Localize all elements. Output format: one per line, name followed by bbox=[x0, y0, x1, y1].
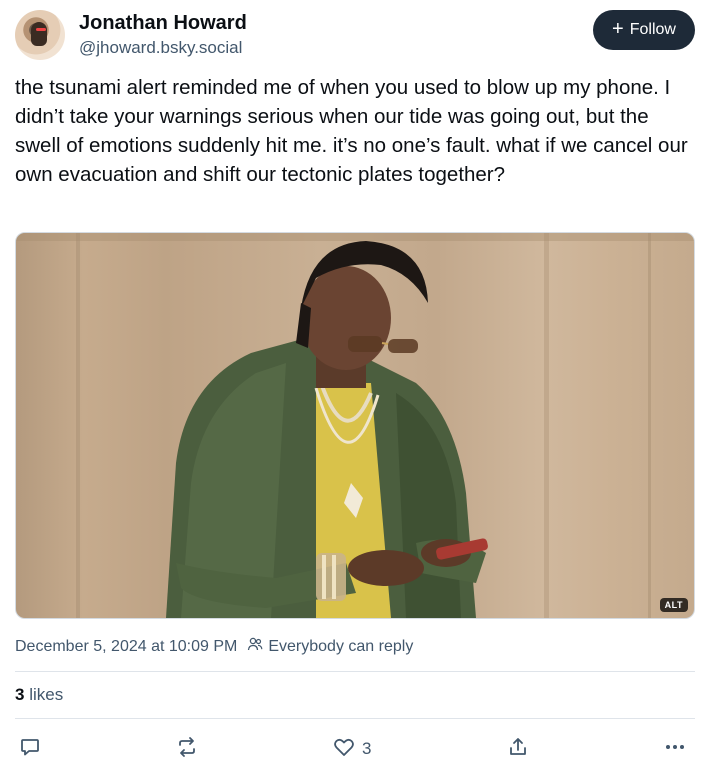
reply-button[interactable] bbox=[19, 732, 41, 766]
post-meta: December 5, 2024 at 10:09 PM Everybody c… bbox=[15, 636, 413, 657]
plus-icon: + bbox=[612, 18, 624, 40]
like-count: 3 bbox=[362, 739, 372, 758]
likes-summary[interactable]: 3 likes bbox=[15, 685, 63, 705]
like-button[interactable]: 3 bbox=[332, 732, 371, 766]
reply-setting-label: Everybody can reply bbox=[268, 637, 414, 655]
follow-button[interactable]: + Follow bbox=[593, 10, 695, 50]
follow-button-label: Follow bbox=[629, 21, 676, 38]
more-options-button[interactable] bbox=[663, 732, 687, 766]
post-header: Jonathan Howard @jhoward.bsky.social + F… bbox=[15, 8, 695, 64]
post-image[interactable]: ALT bbox=[15, 232, 695, 619]
share-button[interactable] bbox=[507, 732, 529, 766]
alt-text-badge[interactable]: ALT bbox=[659, 598, 688, 612]
post-actions: 3 bbox=[15, 732, 695, 766]
author-handle[interactable]: @jhoward.bsky.social bbox=[79, 38, 242, 58]
author-display-name[interactable]: Jonathan Howard bbox=[79, 12, 247, 35]
likes-label: likes bbox=[29, 685, 64, 704]
post-image-illustration bbox=[16, 233, 694, 618]
post-timestamp[interactable]: December 5, 2024 at 10:09 PM bbox=[15, 638, 237, 656]
heart-icon bbox=[332, 736, 356, 763]
likes-count: 3 bbox=[15, 685, 25, 704]
divider bbox=[15, 718, 695, 719]
repost-icon bbox=[175, 736, 199, 763]
reply-setting: Everybody can reply bbox=[247, 636, 413, 657]
repost-button[interactable] bbox=[175, 732, 199, 766]
divider bbox=[15, 671, 695, 672]
people-icon bbox=[247, 636, 263, 657]
avatar[interactable] bbox=[15, 10, 65, 60]
more-icon bbox=[663, 736, 687, 763]
post-text: the tsunami alert reminded me of when yo… bbox=[15, 76, 688, 186]
share-icon bbox=[507, 736, 529, 763]
reply-icon bbox=[19, 736, 41, 763]
